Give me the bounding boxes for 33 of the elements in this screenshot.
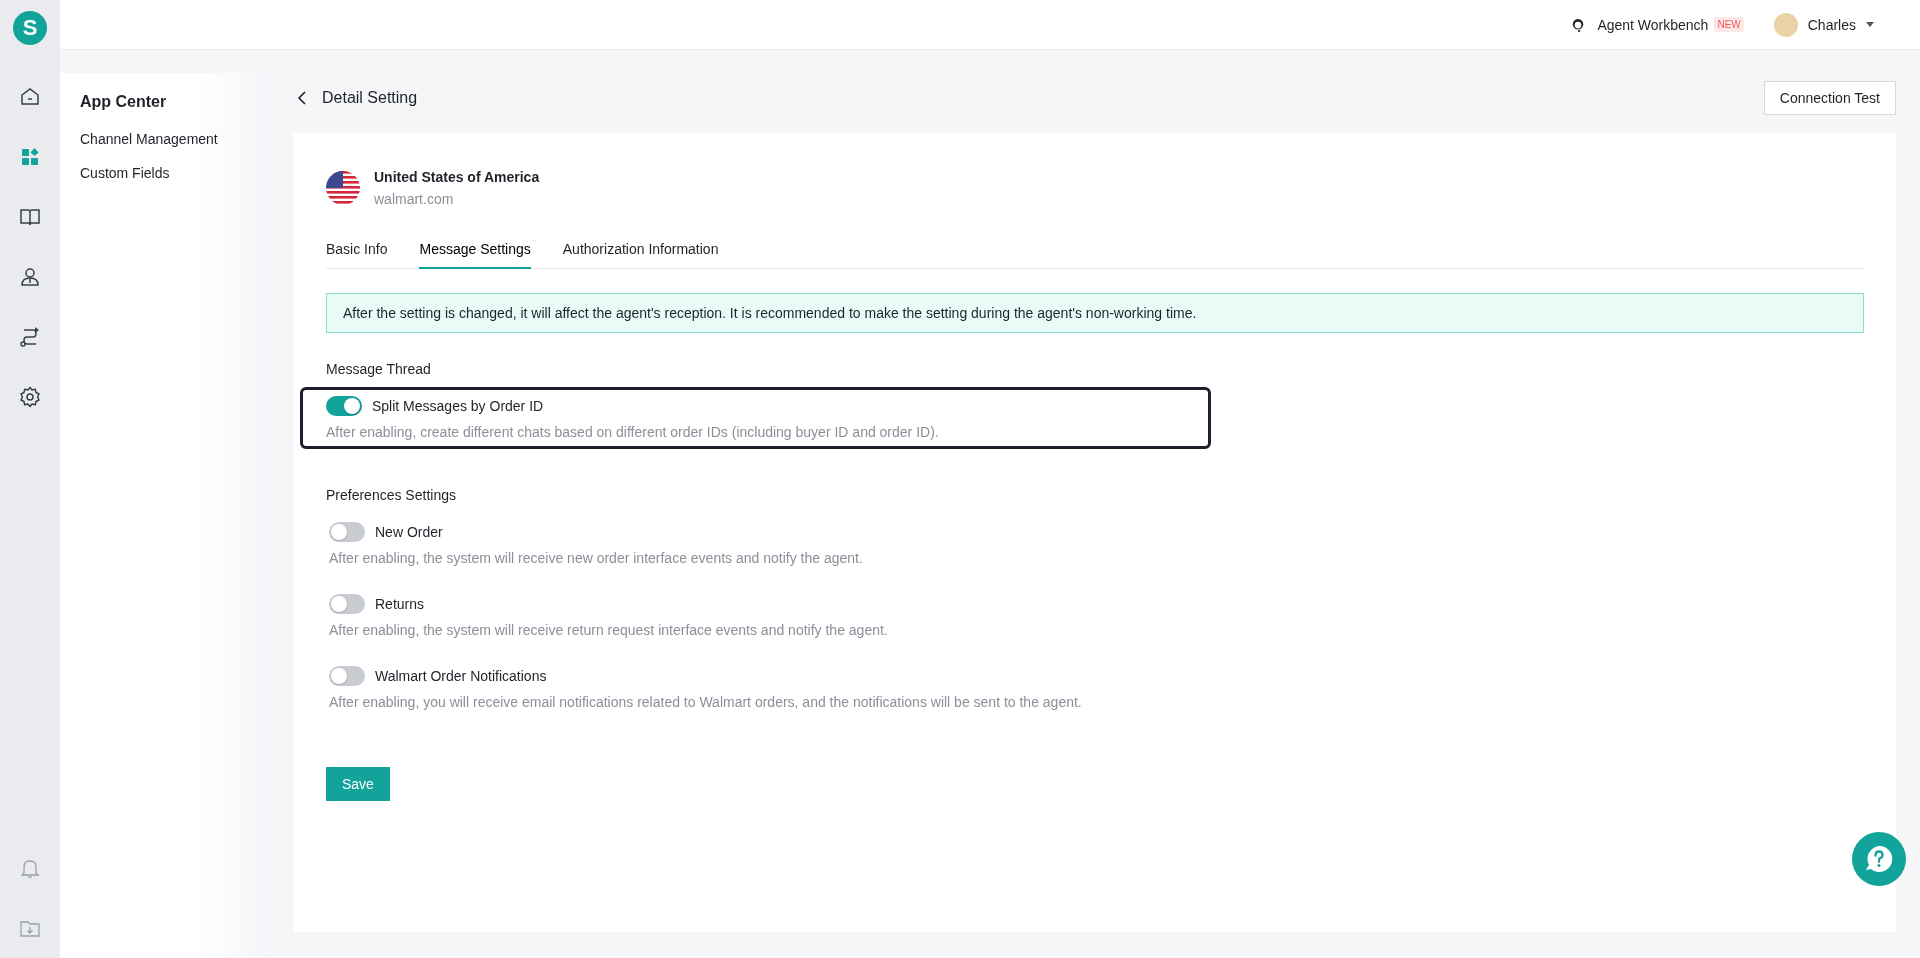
- toggle-switch[interactable]: [329, 594, 365, 614]
- section-title: Preferences Settings: [326, 487, 456, 503]
- new-badge: NEW: [1714, 17, 1744, 32]
- connection-test-button[interactable]: Connection Test: [1763, 81, 1896, 115]
- store-name: United States of America: [374, 169, 540, 185]
- sidebar-item[interactable]: Custom Fields: [80, 165, 170, 181]
- settings-icon[interactable]: [18, 385, 42, 409]
- agent-workbench-link[interactable]: Agent Workbench: [1597, 16, 1709, 33]
- user-name[interactable]: Charles: [1807, 16, 1856, 33]
- sidebar-item[interactable]: Channel Management: [80, 131, 218, 147]
- person-icon[interactable]: [18, 265, 42, 289]
- info-alert: After the setting is changed, it will affect the agent's reception. It is recommended to make the setting during the agent's non-working time.: [326, 293, 1864, 333]
- option-description: After enabling, you will receive email notifications related to Walmart orders, and the notifications will be sent to the agent.: [329, 694, 1082, 710]
- toggle-switch[interactable]: [326, 396, 362, 416]
- option-label: Returns: [375, 596, 425, 612]
- sidebar-title: App Center: [80, 93, 167, 111]
- option-description: After enabling, create different chats based on different order IDs (including buyer ID and order ID).: [326, 424, 939, 440]
- help-chat-icon[interactable]: [1852, 832, 1906, 886]
- toggle-switch[interactable]: [329, 522, 365, 542]
- option-label: New Order: [375, 524, 443, 540]
- option-description: After enabling, the system will receive return request interface events and notify the agent.: [329, 622, 888, 638]
- caret-icon[interactable]: [1866, 22, 1874, 27]
- store-domain: walmart.com: [374, 191, 455, 207]
- option-description: After enabling, the system will receive new order interface events and notify the agent.: [329, 550, 863, 566]
- tab[interactable]: Message Settings: [419, 233, 531, 269]
- toggle-switch[interactable]: [329, 666, 365, 686]
- option-label: Walmart Order Notifications: [375, 668, 547, 684]
- tab[interactable]: Authorization Information: [562, 233, 719, 269]
- page-title: Detail Setting: [322, 89, 419, 107]
- flag-icon: [326, 171, 360, 205]
- section-title: Message Thread: [326, 361, 431, 377]
- tab[interactable]: Basic Info: [326, 233, 388, 269]
- option-label: Split Messages by Order ID: [372, 398, 544, 414]
